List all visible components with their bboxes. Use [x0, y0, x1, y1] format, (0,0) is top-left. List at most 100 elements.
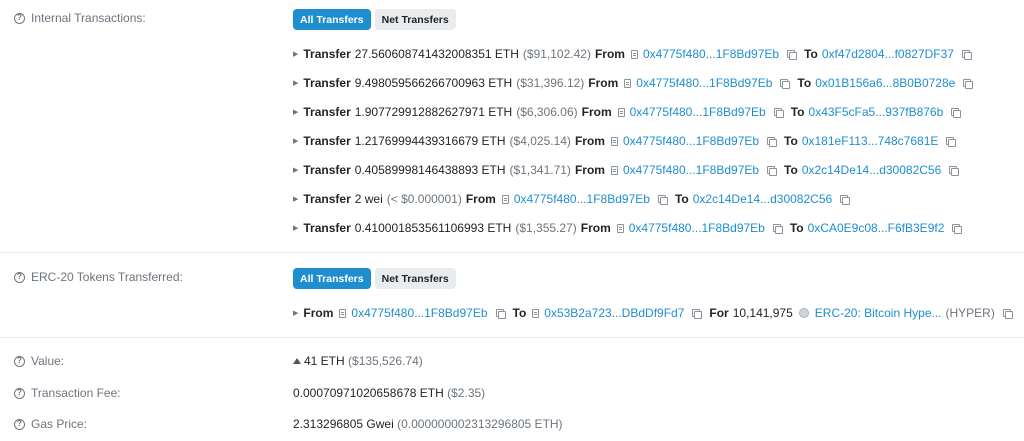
copy-icon[interactable] — [780, 78, 791, 89]
document-icon — [501, 194, 509, 204]
caret-right-icon[interactable]: ▶ — [293, 108, 298, 116]
copy-icon[interactable] — [773, 107, 784, 118]
token-symbol: (HYPER) — [945, 306, 995, 320]
tab-net-transfers[interactable]: Net Transfers — [374, 9, 456, 30]
transfer-amount: 9.498059566266700963 ETH — [354, 76, 513, 90]
from-address-link[interactable]: 0x4775f480...1F8Bd97Eb — [623, 134, 759, 148]
internal-transfer-row: ▶ Transfer 1.907729912882627971 ETH ($6,306… — [293, 104, 964, 120]
tab-net-transfers[interactable]: Net Transfers — [374, 268, 456, 289]
copy-icon[interactable] — [692, 308, 703, 319]
erc20-label: ? ERC-20 Tokens Transferred: — [14, 270, 183, 284]
to-label: To — [789, 221, 804, 235]
caret-right-icon[interactable]: ▶ — [293, 79, 298, 87]
to-label: To — [512, 306, 527, 320]
from-label: From — [594, 47, 625, 61]
copy-icon[interactable] — [772, 223, 783, 234]
internal-transfer-row: ▶ Transfer 0.410001853561106993 ETH ($1,355… — [293, 220, 965, 236]
help-icon[interactable]: ? — [14, 12, 25, 24]
from-address-link[interactable]: 0x4775f480...1F8Bd97Eb — [643, 47, 779, 61]
transfer-usd: ($91,102.42) — [522, 47, 591, 61]
value-amount: 41 ETH ($135,526.74) — [293, 354, 423, 368]
copy-icon[interactable] — [952, 223, 963, 234]
copy-icon[interactable] — [949, 165, 960, 176]
tab-all-transfers[interactable]: All Transfers — [293, 268, 371, 289]
from-address-link[interactable]: 0x4775f480...1F8Bd97Eb — [636, 76, 772, 90]
help-icon[interactable]: ? — [14, 387, 25, 399]
to-address-link[interactable]: 0xCA0E9c08...F6fB3E9f2 — [808, 221, 945, 235]
value-label: ? Value: — [14, 354, 64, 368]
document-icon — [630, 49, 638, 59]
to-label: To — [784, 134, 798, 148]
from-address-link[interactable]: 0x4775f480...1F8Bd97Eb — [629, 221, 765, 235]
document-icon — [616, 223, 624, 233]
transfer-label: Transfer — [303, 76, 351, 90]
fee-label: ? Transaction Fee: — [14, 386, 121, 400]
transfer-label: Transfer — [303, 163, 351, 177]
copy-icon[interactable] — [657, 194, 668, 205]
transfer-amount: 1.907729912882627971 ETH — [354, 105, 513, 119]
from-address-link[interactable]: 0x4775f480...1F8Bd97Eb — [630, 105, 766, 119]
copy-icon[interactable] — [946, 136, 957, 147]
tab-all-transfers[interactable]: All Transfers — [293, 9, 371, 30]
copy-icon[interactable] — [767, 165, 778, 176]
divider — [0, 337, 1024, 338]
from-address-link[interactable]: 0x4775f480...1F8Bd97Eb — [351, 306, 487, 320]
internal-tabs: All Transfers Net Transfers — [293, 9, 456, 30]
copy-icon[interactable] — [495, 308, 506, 319]
transfer-usd: ($1,341.71) — [509, 163, 571, 177]
fee-usd: ($2.35) — [447, 386, 486, 400]
to-address-link[interactable]: 0x01B156a6...8B0B0728e — [815, 76, 955, 90]
copy-icon[interactable] — [961, 49, 972, 60]
copy-icon[interactable] — [767, 136, 778, 147]
transfer-usd: ($6,306.06) — [516, 105, 578, 119]
caret-right-icon[interactable]: ▶ — [293, 309, 298, 317]
for-label: For — [709, 306, 729, 320]
value-usd: ($135,526.74) — [348, 354, 423, 368]
caret-right-icon[interactable]: ▶ — [293, 50, 298, 58]
transfer-label: Transfer — [303, 221, 351, 235]
gas-price-eth: (0.000000002313296805 ETH) — [397, 417, 563, 431]
gas-price-label: ? Gas Price: — [14, 417, 87, 431]
transfer-label: Transfer — [303, 134, 351, 148]
transfer-amount: 27.560608741432008351 ETH — [354, 47, 519, 61]
erc20-transfer-row: ▶ From 0x4775f480...1F8Bd97Eb To 0x53B2a… — [293, 305, 1016, 321]
copy-icon[interactable] — [951, 107, 962, 118]
to-label: To — [674, 192, 689, 206]
to-label: To — [790, 105, 805, 119]
caret-right-icon[interactable]: ▶ — [293, 195, 298, 203]
transfer-usd: ($4,025.14) — [509, 134, 571, 148]
from-label: From — [574, 163, 605, 177]
copy-icon[interactable] — [963, 78, 974, 89]
copy-icon[interactable] — [840, 194, 851, 205]
internal-transactions-label: ? Internal Transactions: — [14, 11, 146, 25]
caret-right-icon[interactable]: ▶ — [293, 224, 298, 232]
transfer-usd: ($31,396.12) — [516, 76, 585, 90]
copy-icon[interactable] — [787, 49, 798, 60]
to-address-link[interactable]: 0x2c14De14...d30082C56 — [802, 163, 941, 177]
token-amount: 10,141,975 — [732, 306, 793, 320]
fee-amount: 0.00070971020658678 ETH ($2.35) — [293, 386, 486, 400]
help-icon[interactable]: ? — [14, 271, 25, 283]
transfer-amount: 2 wei — [354, 192, 383, 206]
token-link[interactable]: ERC-20: Bitcoin Hype... — [815, 306, 942, 320]
transfer-label: Transfer — [303, 47, 351, 61]
internal-transfer-row: ▶ Transfer 1.21769994439316679 ETH ($4,025.… — [293, 133, 959, 149]
help-icon[interactable]: ? — [14, 418, 25, 430]
internal-transfer-row: ▶ Transfer 2 wei (< $0.000001) From 0x4775f48… — [293, 191, 853, 207]
to-address-link[interactable]: 0x2c14De14...d30082C56 — [693, 192, 832, 206]
transfer-usd: (< $0.000001) — [386, 192, 462, 206]
to-address-link[interactable]: 0xf47d2804...f0827DF37 — [822, 47, 954, 61]
to-address-link[interactable]: 0x181eF113...748c7681E — [802, 134, 939, 148]
help-icon[interactable]: ? — [14, 355, 25, 367]
to-label: To — [797, 76, 812, 90]
caret-right-icon[interactable]: ▶ — [293, 166, 298, 174]
caret-right-icon[interactable]: ▶ — [293, 137, 298, 145]
from-label: From — [303, 306, 334, 320]
copy-icon[interactable] — [1002, 308, 1013, 319]
to-address-link[interactable]: 0x53B2a723...DBdDf9Fd7 — [544, 306, 684, 320]
from-address-link[interactable]: 0x4775f480...1F8Bd97Eb — [514, 192, 650, 206]
from-label: From — [581, 105, 612, 119]
to-address-link[interactable]: 0x43F5cFa5...937fB876b — [809, 105, 944, 119]
document-icon — [617, 107, 625, 117]
from-address-link[interactable]: 0x4775f480...1F8Bd97Eb — [623, 163, 759, 177]
